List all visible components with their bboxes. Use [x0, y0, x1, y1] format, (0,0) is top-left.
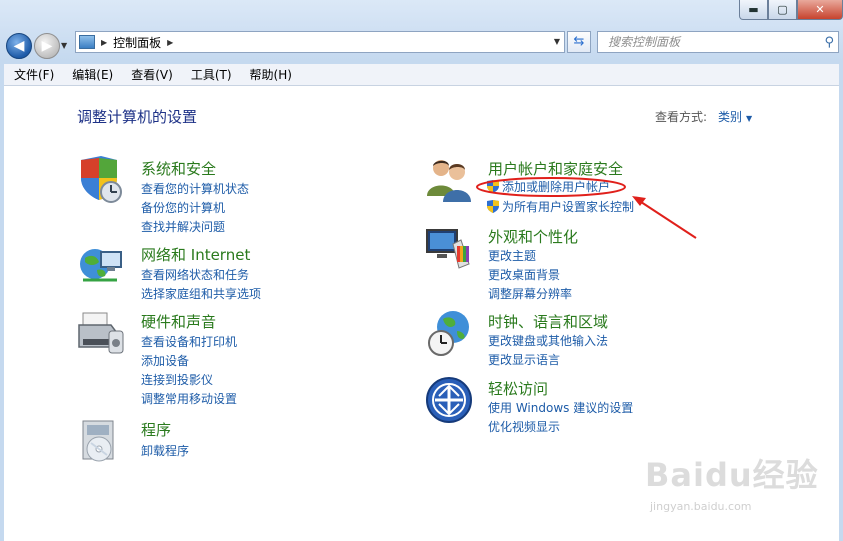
menu-bar: 文件(F) 编辑(E) 查看(V) 工具(T) 帮助(H): [4, 64, 839, 86]
control-panel-icon: [79, 35, 95, 49]
back-button[interactable]: ◀: [6, 33, 32, 59]
menu-file[interactable]: 文件(F): [4, 66, 62, 83]
menu-help[interactable]: 帮助(H): [240, 66, 300, 83]
menu-tools[interactable]: 工具(T): [181, 66, 240, 83]
minimize-button[interactable]: ▬: [739, 0, 768, 20]
menu-view[interactable]: 查看(V): [121, 66, 181, 83]
breadcrumb-separator-icon[interactable]: ▶: [101, 38, 107, 47]
forward-button[interactable]: ▶: [34, 33, 60, 59]
caption-buttons: ▬ ▢ ✕: [739, 0, 843, 20]
control-panel-window: ▬ ▢ ✕ ◀ ▶ ▼ ▶ 控制面板 ▶ ▼ ⇆ 搜索控制面板 ⚲ 文件(F) …: [0, 0, 843, 541]
breadcrumb-control-panel[interactable]: 控制面板: [113, 34, 161, 51]
watermark-logo: Baidu经验: [645, 456, 819, 494]
search-input[interactable]: 搜索控制面板 ⚲: [597, 31, 839, 53]
breadcrumb-separator-icon[interactable]: ▶: [167, 38, 173, 47]
search-icon[interactable]: ⚲: [824, 33, 834, 53]
watermark-url: jingyan.baidu.com: [650, 500, 752, 513]
recent-pages-dropdown[interactable]: ▼: [61, 41, 67, 50]
address-bar[interactable]: ▶ 控制面板 ▶ ▼: [75, 31, 565, 53]
refresh-button[interactable]: ⇆: [567, 31, 591, 53]
search-placeholder: 搜索控制面板: [608, 35, 681, 49]
highlight-ellipse: [476, 177, 626, 197]
annotation-arrow: [637, 199, 697, 239]
navigation-bar: ◀ ▶ ▼ ▶ 控制面板 ▶ ▼ ⇆ 搜索控制面板 ⚲: [0, 26, 843, 62]
menu-edit[interactable]: 编辑(E): [62, 66, 121, 83]
close-button[interactable]: ✕: [797, 0, 843, 20]
address-dropdown-icon[interactable]: ▼: [554, 37, 560, 46]
maximize-button[interactable]: ▢: [768, 0, 797, 20]
